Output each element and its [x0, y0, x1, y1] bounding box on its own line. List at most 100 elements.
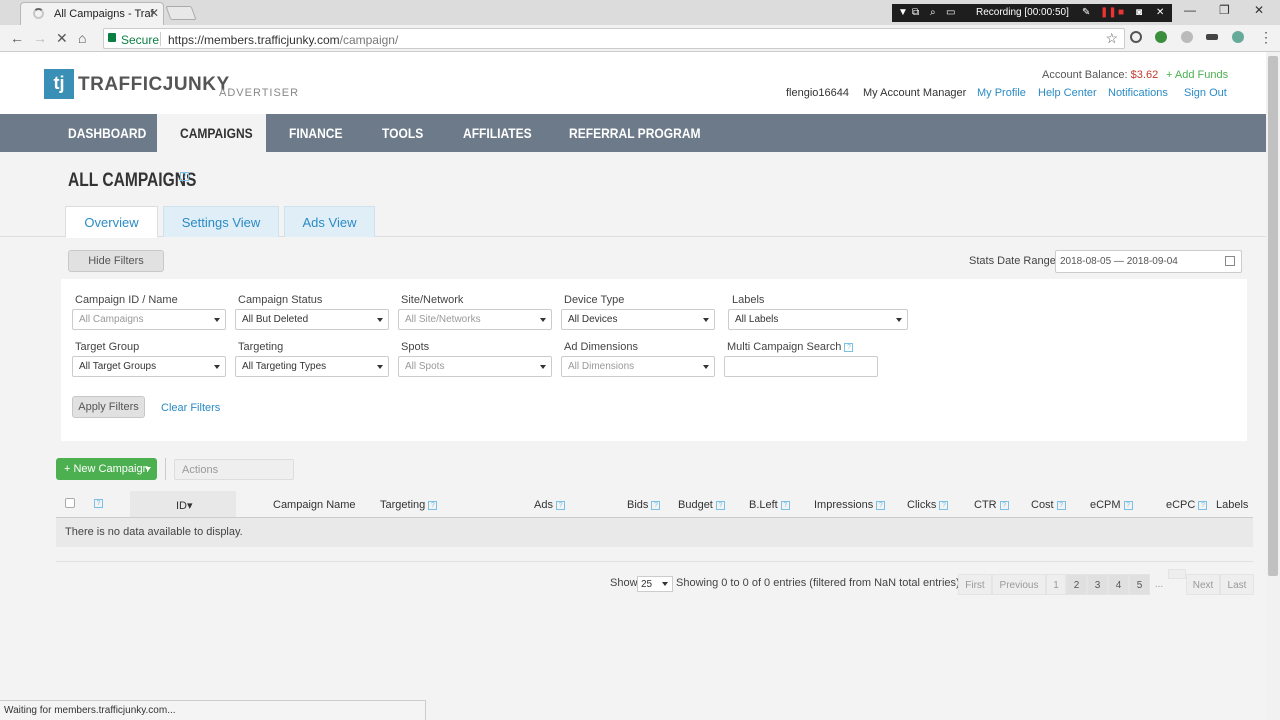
site-network-select[interactable]: All Site/Networks — [398, 309, 552, 330]
help-icon[interactable]: ? — [844, 342, 854, 352]
block-extension-icon[interactable] — [1130, 31, 1142, 43]
window-close-icon[interactable]: ✕ — [1254, 3, 1264, 17]
recording-menu-icon[interactable]: ▼ — [898, 7, 908, 18]
campaign-status-select[interactable]: All But Deleted — [235, 309, 389, 330]
tab-close-icon[interactable]: ✕ — [149, 6, 159, 20]
page-next[interactable]: Next — [1186, 574, 1220, 595]
page-5[interactable]: 5 — [1129, 574, 1150, 595]
help-icon[interactable]: ? — [556, 500, 566, 510]
col-ecpm[interactable]: eCPM ? — [1090, 499, 1133, 511]
help-icon[interactable]: ? — [428, 500, 438, 510]
col-budget-left[interactable]: B.Left ? — [749, 499, 790, 511]
stop-loading-icon[interactable]: ✕ — [56, 30, 68, 47]
col-ads[interactable]: Ads ? — [534, 499, 566, 511]
forward-icon[interactable]: → — [33, 30, 47, 46]
bookmark-star-icon[interactable]: ☆ — [1105, 30, 1118, 47]
help-icon[interactable]: ? — [651, 500, 661, 510]
maximize-icon[interactable]: ❐ — [1219, 3, 1230, 17]
pause-icon[interactable]: ❚❚ — [1100, 7, 1117, 18]
nav-affiliates[interactable]: AFFILIATES — [463, 114, 532, 152]
col-ctr[interactable]: CTR ? — [974, 499, 1009, 511]
pen-icon[interactable]: ✎ — [1082, 7, 1090, 18]
page-last[interactable]: Last — [1220, 574, 1254, 595]
sign-out-link[interactable]: Sign Out — [1184, 87, 1227, 99]
tab-overview[interactable]: Overview — [65, 206, 158, 238]
col-bids[interactable]: Bids ? — [627, 499, 661, 511]
page-blank[interactable] — [1168, 569, 1186, 579]
glasses-extension-icon[interactable] — [1206, 34, 1218, 40]
page-2[interactable]: 2 — [1066, 574, 1087, 595]
new-tab-button[interactable] — [165, 6, 197, 20]
my-profile-link[interactable]: My Profile — [977, 87, 1026, 99]
hide-filters-button[interactable]: Hide Filters — [68, 250, 164, 272]
page-1[interactable]: 1 — [1046, 574, 1066, 595]
campaign-id-select[interactable]: All Campaigns — [72, 309, 226, 330]
browser-menu-icon[interactable]: ⋮ — [1259, 29, 1273, 46]
help-icon[interactable]: ? — [939, 500, 949, 510]
circle-extension-icon[interactable] — [1232, 31, 1244, 43]
col-impressions[interactable]: Impressions ? — [814, 499, 886, 511]
notifications-link[interactable]: Notifications — [1108, 87, 1168, 99]
nav-tools[interactable]: TOOLS — [382, 114, 423, 152]
page-size-select[interactable]: 25 — [637, 576, 673, 592]
zoom-icon[interactable]: ⌕ — [930, 7, 936, 18]
tab-settings-view[interactable]: Settings View — [163, 206, 279, 237]
targeting-select[interactable]: All Targeting Types — [235, 356, 389, 377]
device-type-select[interactable]: All Devices — [561, 309, 715, 330]
camera-icon[interactable]: ◙ — [1136, 7, 1142, 18]
select-all-checkbox[interactable] — [65, 498, 75, 508]
help-icon[interactable]: ? — [876, 500, 886, 510]
col-labels[interactable]: Labels — [1216, 499, 1248, 511]
page-previous[interactable]: Previous — [992, 574, 1046, 595]
help-center-link[interactable]: Help Center — [1038, 87, 1097, 99]
col-clicks[interactable]: Clicks ? — [907, 499, 949, 511]
col-id[interactable]: ID▾ — [176, 499, 193, 512]
minimize-icon[interactable]: — — [1184, 3, 1196, 17]
logo-text[interactable]: TRAFFICJUNKY — [78, 74, 230, 96]
green-extension-icon[interactable] — [1155, 31, 1167, 43]
help-icon[interactable]: ? — [1056, 500, 1066, 510]
actions-select[interactable]: Actions — [174, 459, 294, 480]
account-manager-link[interactable]: My Account Manager — [863, 87, 966, 99]
stats-date-range-input[interactable]: 2018-08-05 — 2018-09-04 — [1055, 250, 1242, 273]
gray-extension-icon[interactable] — [1181, 31, 1193, 43]
help-icon[interactable]: ? — [780, 500, 790, 510]
frame-icon[interactable]: ▭ — [946, 7, 955, 18]
recording-close-icon[interactable]: ✕ — [1156, 7, 1164, 18]
nav-dashboard[interactable]: DASHBOARD — [68, 114, 146, 152]
help-icon[interactable]: ? — [1198, 500, 1208, 510]
page-first[interactable]: First — [958, 574, 992, 595]
col-campaign-name[interactable]: Campaign Name — [273, 499, 356, 511]
browser-tab[interactable]: All Campaigns - TrafficJunky ✕ — [20, 2, 164, 25]
ad-dimensions-select[interactable]: All Dimensions — [561, 356, 715, 377]
spots-select[interactable]: All Spots — [398, 356, 552, 377]
help-icon[interactable]: ? — [94, 499, 103, 508]
back-icon[interactable]: ← — [10, 30, 24, 46]
clear-filters-link[interactable]: Clear Filters — [161, 402, 220, 414]
title-help-icon[interactable]: ? — [180, 172, 189, 181]
add-funds-link[interactable]: + Add Funds — [1166, 69, 1228, 81]
new-campaign-button[interactable]: + New Campaign — [56, 458, 157, 480]
calendar-icon[interactable] — [1225, 256, 1235, 266]
stop-icon[interactable]: ■ — [1118, 7, 1124, 18]
page-scrollbar[interactable] — [1266, 52, 1280, 720]
help-icon[interactable]: ? — [1123, 500, 1133, 510]
logo-mark[interactable]: tj — [44, 69, 74, 99]
col-targeting[interactable]: Targeting ? — [380, 499, 438, 511]
target-group-select[interactable]: All Target Groups — [72, 356, 226, 377]
help-icon[interactable]: ? — [715, 500, 725, 510]
scrollbar-thumb[interactable] — [1268, 56, 1278, 576]
nav-campaigns[interactable]: CAMPAIGNS — [180, 114, 253, 152]
multi-campaign-search-input[interactable] — [724, 356, 878, 377]
apply-filters-button[interactable]: Apply Filters — [72, 396, 145, 418]
tab-ads-view[interactable]: Ads View — [284, 206, 375, 237]
restore-icon[interactable]: ⧉ — [912, 7, 919, 18]
address-input[interactable]: Secure https://members.trafficjunky.com/… — [103, 28, 1125, 49]
home-icon[interactable]: ⌂ — [78, 30, 86, 46]
nav-finance[interactable]: FINANCE — [289, 114, 343, 152]
help-icon[interactable]: ? — [999, 500, 1009, 510]
nav-referral-program[interactable]: REFERRAL PROGRAM — [569, 114, 701, 152]
col-cost[interactable]: Cost ? — [1031, 499, 1066, 511]
page-3[interactable]: 3 — [1087, 574, 1108, 595]
page-4[interactable]: 4 — [1108, 574, 1129, 595]
